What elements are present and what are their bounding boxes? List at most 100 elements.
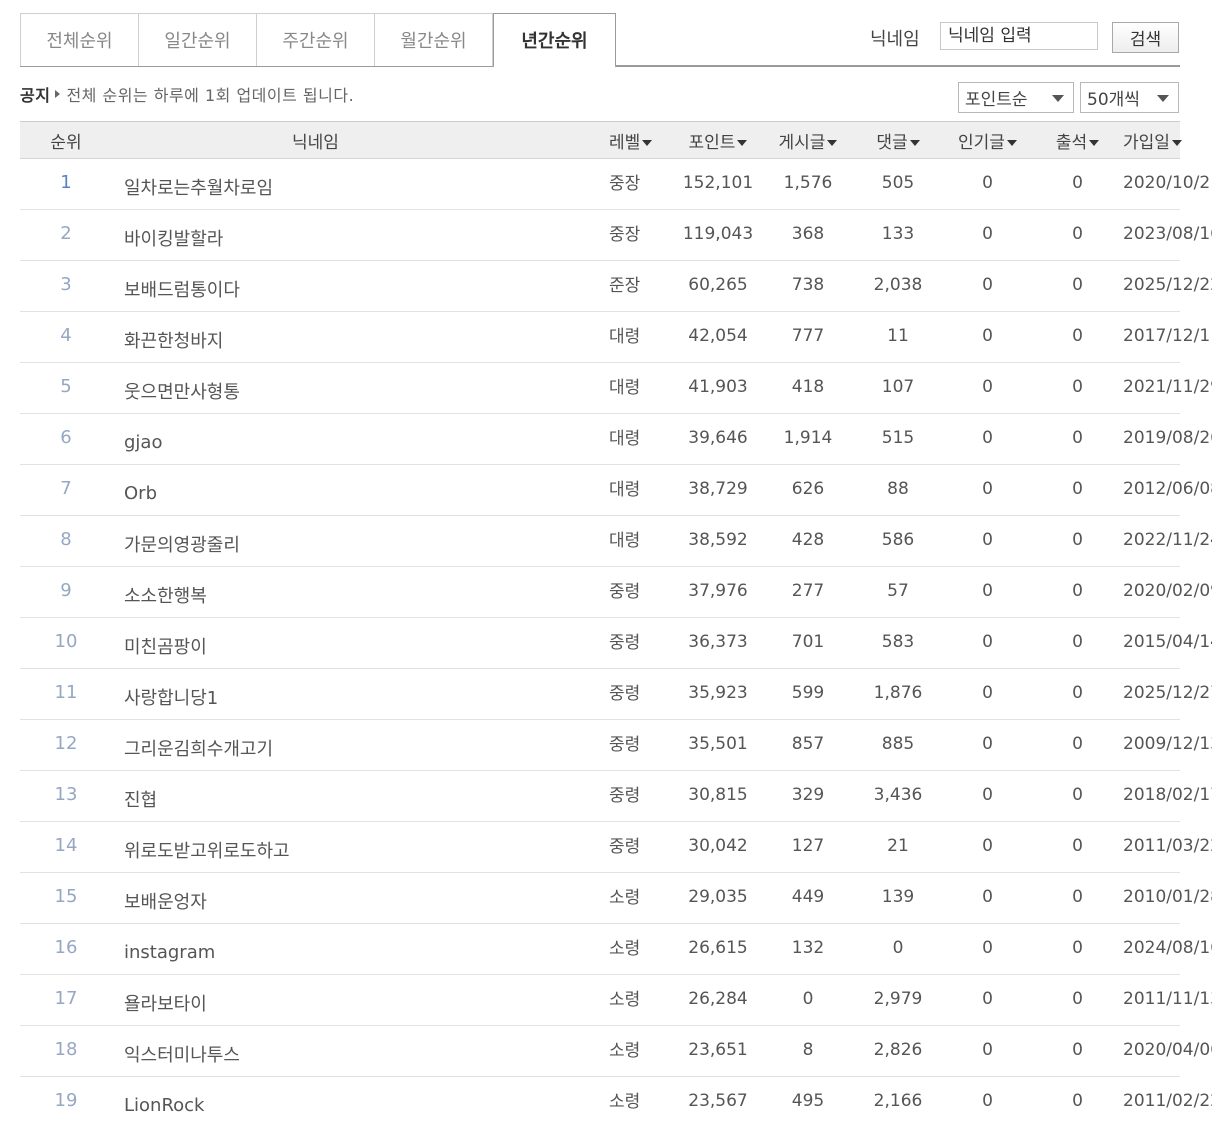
- cell-nickname[interactable]: 위로도받고위로도하고: [112, 822, 609, 873]
- cell-comments: 88: [887, 478, 909, 499]
- cell-points: 38,729: [688, 478, 748, 499]
- cell-level: 대령: [609, 429, 641, 449]
- cell-nickname[interactable]: Orb: [112, 465, 609, 516]
- cell-points: 36,373: [688, 631, 748, 652]
- header-level[interactable]: 레벨: [609, 122, 673, 159]
- tab-weekly-ranking[interactable]: 주간순위: [256, 13, 375, 66]
- cell-nickname[interactable]: 보배드럼통이다: [112, 261, 609, 312]
- cell-joined: 2015/04/14: [1123, 631, 1212, 652]
- cell-level: 대령: [609, 378, 641, 398]
- cell-rank: 1: [60, 172, 72, 193]
- cell-nickname[interactable]: gjao: [112, 414, 609, 465]
- cell-posts: 1,914: [783, 427, 833, 448]
- cell-attendance: 0: [1072, 631, 1083, 652]
- cell-popular: 0: [982, 937, 993, 958]
- cell-joined: 2012/06/08: [1123, 478, 1212, 499]
- cell-comments: 2,826: [873, 1039, 923, 1060]
- cell-comments: 885: [881, 733, 915, 754]
- cell-level: 대령: [609, 327, 641, 347]
- table-row: 18 익스터미나투스 소령 23,651 8 2,826 0 0 2020/04/06: [20, 1026, 1212, 1077]
- cell-posts: 0: [802, 988, 814, 1009]
- cell-points: 26,284: [688, 988, 748, 1009]
- cell-attendance: 0: [1072, 580, 1083, 601]
- cell-posts: 329: [791, 784, 825, 805]
- tab-yearly-ranking[interactable]: 년간순위: [493, 13, 616, 68]
- cell-nickname[interactable]: 욜라보타이: [112, 975, 609, 1026]
- cell-joined: 2020/10/21: [1123, 172, 1212, 193]
- header-points[interactable]: 포인트: [673, 122, 763, 159]
- header-attendance[interactable]: 출석: [1032, 122, 1123, 159]
- tab-daily-ranking[interactable]: 일간순위: [138, 13, 257, 66]
- cell-points: 41,903: [688, 376, 748, 397]
- tab-overall-ranking[interactable]: 전체순위: [20, 13, 139, 66]
- table-row: 11 사랑합니당1 중령 35,923 599 1,876 0 0 2025/12/27: [20, 669, 1212, 720]
- cell-nickname[interactable]: 일차로는추월차로임: [112, 159, 609, 210]
- cell-nickname[interactable]: 웃으면만사형통: [112, 363, 609, 414]
- cell-joined: 2009/12/13: [1123, 733, 1212, 754]
- search-button[interactable]: 검색: [1112, 22, 1179, 53]
- cell-attendance: 0: [1072, 223, 1083, 244]
- cell-nickname[interactable]: 사랑합니당1: [112, 669, 609, 720]
- cell-nickname[interactable]: 그리운김희수개고기: [112, 720, 609, 771]
- cell-nickname[interactable]: instagram: [112, 924, 609, 975]
- cell-level: 준장: [609, 276, 641, 296]
- cell-popular: 0: [982, 784, 993, 805]
- cell-points: 23,567: [688, 1090, 748, 1111]
- table-row: 19 LionRock 소령 23,567 495 2,166 0 0 2011/02/22: [20, 1077, 1212, 1122]
- cell-nickname[interactable]: LionRock: [112, 1077, 609, 1122]
- cell-nickname[interactable]: 바이킹발할라: [112, 210, 609, 261]
- header-joined[interactable]: 가입일: [1123, 122, 1182, 159]
- cell-comments: 2,038: [873, 274, 923, 295]
- cell-joined: 2019/08/26: [1123, 427, 1212, 448]
- header-popular[interactable]: 인기글: [943, 122, 1032, 159]
- sort-order-select[interactable]: 포인트순: [958, 82, 1074, 113]
- table-row: 8 가문의영광줄리 대령 38,592 428 586 0 0 2022/11/24: [20, 516, 1212, 567]
- cell-popular: 0: [982, 274, 993, 295]
- cell-attendance: 0: [1072, 274, 1083, 295]
- cell-rank: 17: [54, 988, 78, 1009]
- cell-rank: 12: [54, 733, 78, 754]
- caret-right-icon: [55, 90, 61, 98]
- sort-down-icon: [1171, 139, 1182, 146]
- cell-nickname[interactable]: 가문의영광줄리: [112, 516, 609, 567]
- header-posts[interactable]: 게시글: [763, 122, 853, 159]
- cell-joined: 2011/11/13: [1123, 988, 1212, 1009]
- header-comments[interactable]: 댓글: [853, 122, 943, 159]
- cell-nickname[interactable]: 익스터미나투스: [112, 1026, 609, 1077]
- cell-posts: 368: [791, 223, 825, 244]
- cell-nickname[interactable]: 보배운엉자: [112, 873, 609, 924]
- sort-down-icon: [909, 139, 920, 146]
- cell-popular: 0: [982, 886, 993, 907]
- sort-down-icon: [642, 139, 653, 146]
- cell-points: 39,646: [688, 427, 748, 448]
- cell-popular: 0: [982, 427, 993, 448]
- page-size-value: 50개씩: [1087, 90, 1140, 110]
- cell-popular: 0: [982, 1039, 993, 1060]
- table-row: 14 위로도받고위로도하고 중령 30,042 127 21 0 0 2011/03/22: [20, 822, 1212, 873]
- cell-joined: 2025/12/27: [1123, 682, 1212, 703]
- cell-nickname[interactable]: 진협: [112, 771, 609, 822]
- cell-nickname[interactable]: 소소한행복: [112, 567, 609, 618]
- page-size-select[interactable]: 50개씩: [1080, 82, 1179, 113]
- cell-rank: 8: [60, 529, 72, 550]
- sort-order-value: 포인트순: [965, 90, 1028, 110]
- cell-popular: 0: [982, 478, 993, 499]
- nickname-search-input[interactable]: [940, 22, 1098, 50]
- tab-monthly-ranking[interactable]: 월간순위: [374, 13, 493, 66]
- cell-joined: 2010/01/28: [1123, 886, 1212, 907]
- cell-points: 30,042: [688, 835, 748, 856]
- cell-attendance: 0: [1072, 172, 1083, 193]
- cell-attendance: 0: [1072, 529, 1083, 550]
- cell-rank: 14: [54, 835, 78, 856]
- cell-joined: 2025/12/22: [1123, 274, 1212, 295]
- cell-comments: 586: [881, 529, 915, 550]
- cell-rank: 4: [60, 325, 72, 346]
- table-row: 4 화끈한청바지 대령 42,054 777 11 0 0 2017/12/11: [20, 312, 1212, 363]
- cell-attendance: 0: [1072, 478, 1083, 499]
- cell-rank: 19: [54, 1090, 78, 1111]
- ranking-table-body: 1 일차로는추월차로임 중장 152,101 1,576 505 0 0 2020/10/21 2…: [20, 159, 1212, 1122]
- cell-level: 중령: [609, 684, 641, 704]
- cell-rank: 13: [54, 784, 78, 805]
- cell-nickname[interactable]: 미친곰팡이: [112, 618, 609, 669]
- cell-nickname[interactable]: 화끈한청바지: [112, 312, 609, 363]
